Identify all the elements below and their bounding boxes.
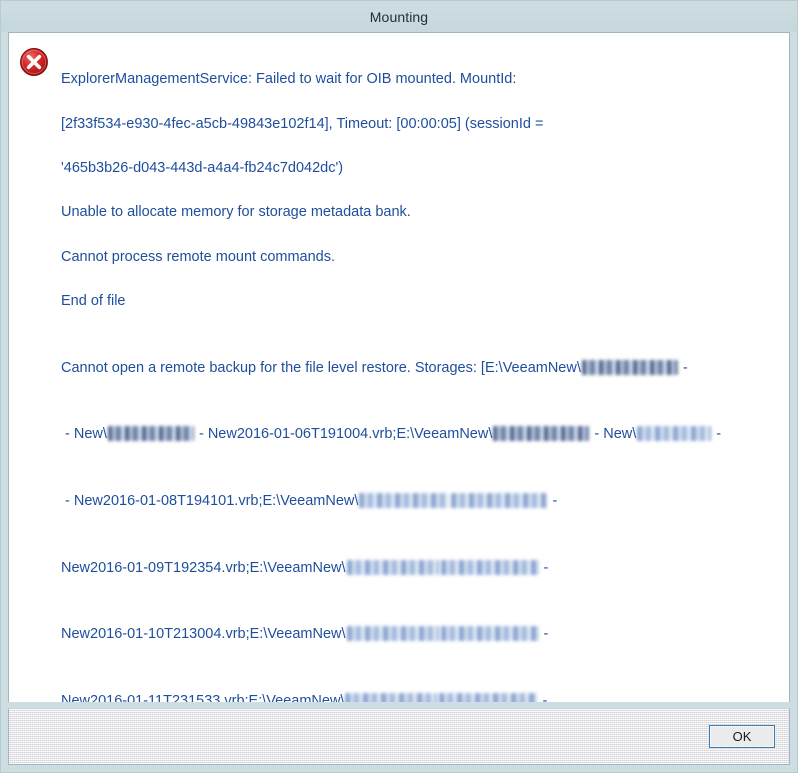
message-line: New2016-01-09T192354.vrb;E:\VeeamNew\ -	[61, 557, 777, 579]
redacted-text	[346, 559, 439, 575]
redacted-text	[451, 493, 548, 509]
ok-button[interactable]: OK	[709, 725, 775, 748]
message-line: [2f33f534-e930-4fec-a5cb-49843e102f14], …	[61, 113, 777, 135]
message-line: End of file	[61, 290, 777, 312]
redacted-text	[637, 426, 712, 442]
message-row-cont: -	[539, 559, 549, 576]
redacted-text	[359, 493, 450, 509]
message-line: New2016-01-10T213004.vrb;E:\VeeamNew\ -	[61, 623, 777, 645]
message-row: Unable to allocate memory for storage me…	[61, 204, 411, 221]
message-line: - New\ - New2016-01-06T191004.vrb;E:\Vee…	[61, 423, 777, 445]
redacted-text	[346, 626, 439, 642]
message-row: End of file	[61, 293, 126, 310]
message-row-cont: -	[538, 692, 548, 702]
error-icon-container	[19, 45, 61, 702]
dialog-title: Mounting	[369, 8, 429, 25]
redacted-text	[345, 692, 438, 702]
redacted-text	[440, 559, 539, 575]
message-row: - New2016-01-08T194101.vrb;E:\VeeamNew\	[61, 493, 359, 510]
message-row: New2016-01-11T231533.vrb;E:\VeeamNew\	[61, 692, 345, 702]
message-row: Cannot open a remote backup for the file…	[61, 359, 581, 376]
redacted-text	[107, 426, 194, 442]
message-row-cont: -	[539, 626, 549, 643]
message-line: - New2016-01-08T194101.vrb;E:\VeeamNew\ …	[61, 490, 777, 512]
dialog-footer: OK	[8, 708, 790, 765]
message-line: Cannot process remote mount commands.	[61, 246, 777, 268]
redacted-text	[493, 426, 590, 442]
message-row-cont: - New2016-01-06T191004.vrb;E:\VeeamNew\	[194, 426, 493, 443]
redacted-text	[440, 626, 539, 642]
redacted-text	[439, 692, 538, 702]
dialog-titlebar[interactable]: Mounting	[1, 1, 797, 32]
message-row: - New\	[61, 426, 107, 443]
message-row-cont: -	[678, 359, 688, 376]
redacted-text	[581, 359, 678, 375]
error-message-text: ExplorerManagementService: Failed to wai…	[61, 45, 783, 702]
message-line: New2016-01-11T231533.vrb;E:\VeeamNew\ -	[61, 690, 777, 702]
message-row: ExplorerManagementService: Failed to wai…	[61, 71, 517, 88]
message-line: '465b3b26-d043-443d-a4a4-fb24c7d042dc')	[61, 157, 777, 179]
dialog-client-area: ExplorerManagementService: Failed to wai…	[8, 32, 790, 702]
message-scroll-area[interactable]: ExplorerManagementService: Failed to wai…	[9, 33, 789, 702]
message-row: '465b3b26-d043-443d-a4a4-fb24c7d042dc')	[61, 160, 344, 177]
message-row-cont: - New\	[590, 426, 637, 443]
message-row: [2f33f534-e930-4fec-a5cb-49843e102f14], …	[61, 115, 544, 132]
error-cross-icon	[20, 48, 48, 76]
message-row-cont: -	[712, 426, 722, 443]
message-row: New2016-01-09T192354.vrb;E:\VeeamNew\	[61, 559, 346, 576]
message-row: New2016-01-10T213004.vrb;E:\VeeamNew\	[61, 626, 346, 643]
message-line: Unable to allocate memory for storage me…	[61, 201, 777, 223]
mounting-error-dialog: Mounting ExplorerManagementService: Fail…	[0, 0, 798, 773]
message-row-cont: -	[548, 493, 558, 510]
message-row: Cannot process remote mount commands.	[61, 248, 336, 265]
message-line: ExplorerManagementService: Failed to wai…	[61, 68, 777, 90]
message-line: Cannot open a remote backup for the file…	[61, 357, 777, 379]
